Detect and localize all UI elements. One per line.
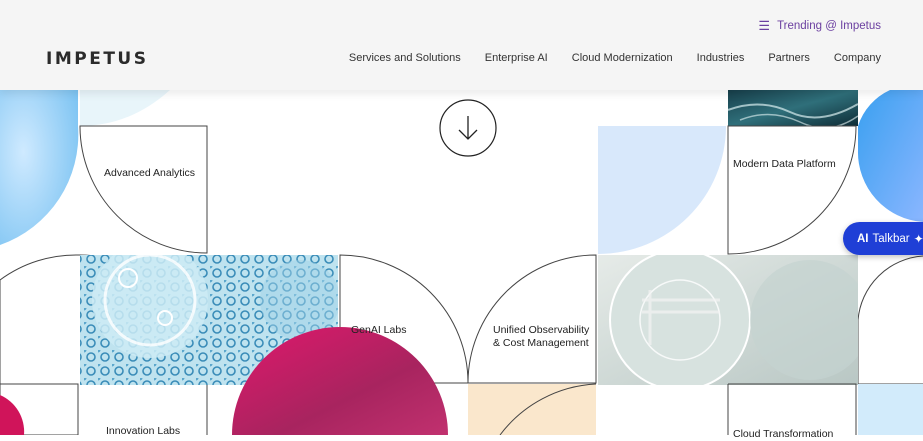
- tile-advanced-analytics[interactable]: Advanced Analytics: [104, 167, 195, 180]
- scroll-down-button[interactable]: [440, 100, 496, 156]
- tile-genai-labs[interactable]: GenAI Labs: [351, 324, 406, 337]
- nav-partners[interactable]: Partners: [768, 52, 810, 64]
- tile-unified-line1: Unified Observability: [493, 324, 590, 336]
- sparkle-icon: ✦: [913, 231, 923, 246]
- nav-services-and-solutions[interactable]: Services and Solutions: [349, 52, 461, 64]
- trending-label: Trending @ Impetus: [777, 19, 881, 32]
- nav-enterprise-ai[interactable]: Enterprise AI: [485, 52, 548, 64]
- logo[interactable]: IMPETUS: [46, 49, 148, 69]
- talkbar-label: Talkbar: [872, 232, 910, 245]
- ai-talkbar-button[interactable]: AI Talkbar ✦: [843, 222, 923, 255]
- trending-link[interactable]: ☰ Trending @ Impetus: [758, 19, 881, 32]
- tile-modern-data-platform[interactable]: Modern Data Platform: [733, 158, 836, 171]
- talkbar-ai: AI: [857, 232, 869, 245]
- tile-innovation-labs[interactable]: Innovation Labs: [106, 425, 180, 438]
- main-nav: Services and Solutions Enterprise AI Clo…: [349, 52, 881, 64]
- tile-unified-line2: & Cost Management: [493, 337, 589, 349]
- tile-unified-observability[interactable]: Unified Observability & Cost Management: [493, 324, 589, 350]
- blue-shape: [0, 90, 79, 245]
- site-header: IMPETUS ☰ Trending @ Impetus Services an…: [0, 0, 923, 90]
- menu-icon: ☰: [758, 18, 771, 33]
- nav-company[interactable]: Company: [834, 52, 881, 64]
- nav-industries[interactable]: Industries: [697, 52, 745, 64]
- nav-cloud-modernization[interactable]: Cloud Modernization: [572, 52, 673, 64]
